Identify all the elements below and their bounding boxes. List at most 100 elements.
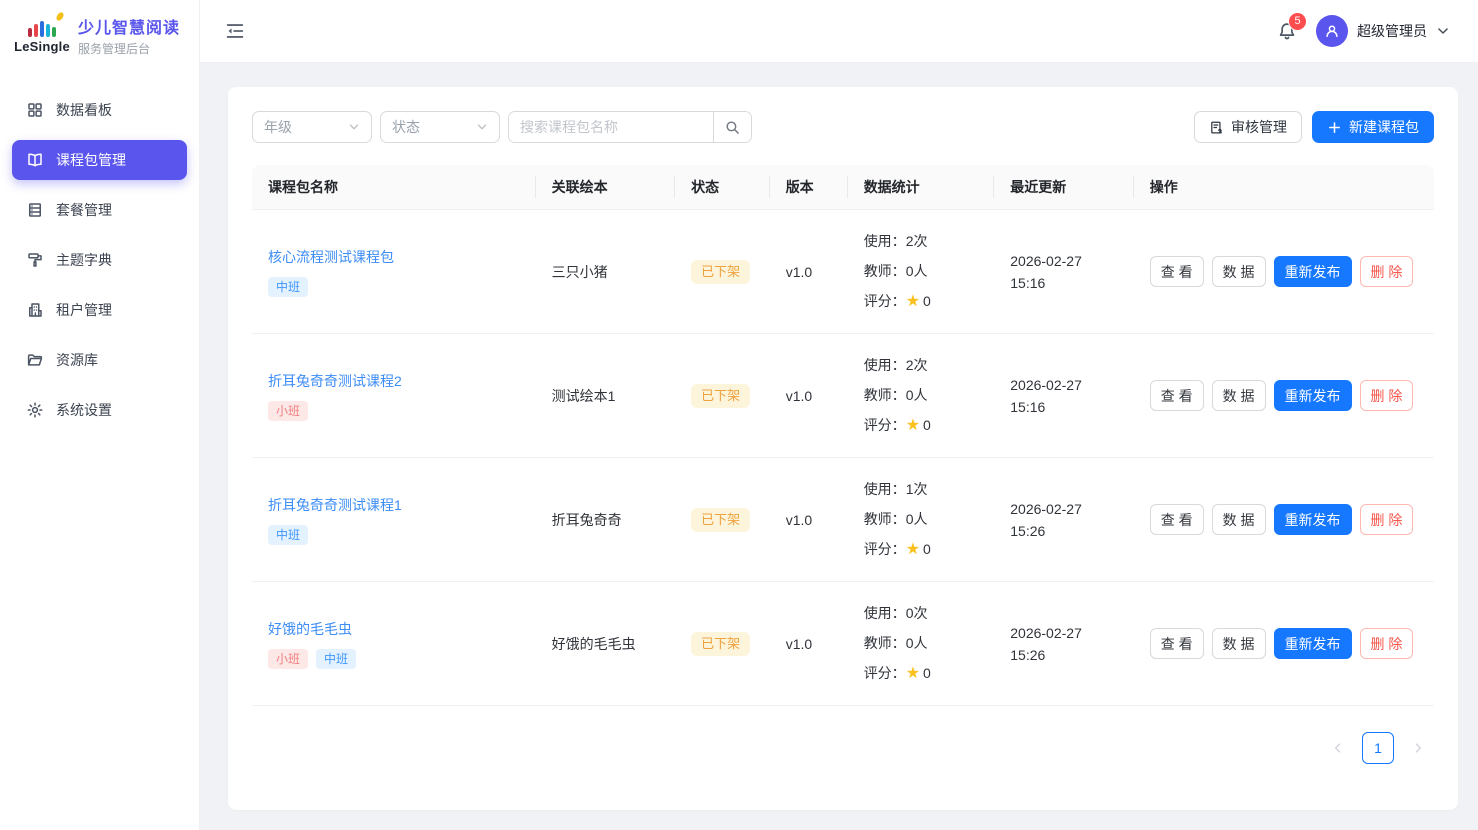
table-row: 核心流程测试课程包 中班 三只小猪 已下架 v1.0 使用：2次 教师：0人 评…: [252, 210, 1434, 334]
related-book: 好饿的毛毛虫: [536, 582, 675, 706]
teachers-value: 0人: [906, 387, 928, 403]
column-header-version: 版本: [770, 165, 848, 210]
sidebar-item-tenants[interactable]: 租户管理: [12, 290, 187, 330]
delete-button[interactable]: 删 除: [1360, 380, 1414, 411]
course-package-icon: [26, 151, 44, 169]
rating-value: 0: [923, 293, 931, 309]
sidebar-item-dashboard[interactable]: 数据看板: [12, 90, 187, 130]
data-button[interactable]: 数 据: [1212, 256, 1266, 287]
column-header-name: 课程包名称: [252, 165, 536, 210]
republish-button[interactable]: 重新发布: [1274, 256, 1352, 287]
related-book: 测试绘本1: [536, 334, 675, 458]
sidebar: LeSingle 少儿智慧阅读 服务管理后台 数据看板 课程包管理 套餐管理: [0, 0, 200, 830]
sidebar-item-label: 租户管理: [56, 300, 112, 320]
pagination: 1: [252, 732, 1434, 764]
menu-fold-icon[interactable]: [224, 20, 246, 42]
version: v1.0: [770, 582, 848, 706]
dashboard-icon: [26, 101, 44, 119]
gear-icon: [26, 401, 44, 419]
sidebar-item-label: 系统设置: [56, 400, 112, 420]
republish-button[interactable]: 重新发布: [1274, 628, 1352, 659]
top-header: 5 超级管理员: [200, 0, 1478, 63]
package-name-link[interactable]: 核心流程测试课程包: [268, 247, 394, 267]
usage-value: 0次: [906, 605, 928, 621]
view-button[interactable]: 查 看: [1150, 504, 1204, 535]
filter-toolbar: 年级 状态: [252, 111, 1434, 143]
data-button[interactable]: 数 据: [1212, 504, 1266, 535]
usage-value: 2次: [906, 357, 928, 373]
delete-button[interactable]: 删 除: [1360, 628, 1414, 659]
sidebar-item-theme-dictionary[interactable]: 主题字典: [12, 240, 187, 280]
table-row: 折耳兔奇奇测试课程1 中班 折耳兔奇奇 已下架 v1.0 使用：1次 教师：0人…: [252, 458, 1434, 582]
search-icon[interactable]: [713, 112, 751, 142]
grade-tag: 中班: [268, 277, 308, 297]
sidebar-item-settings[interactable]: 系统设置: [12, 390, 187, 430]
main-content: 年级 状态: [200, 63, 1478, 830]
delete-button[interactable]: 删 除: [1360, 504, 1414, 535]
sidebar-item-resources[interactable]: 资源库: [12, 340, 187, 380]
package-name-link[interactable]: 折耳兔奇奇测试课程1: [268, 495, 402, 515]
version: v1.0: [770, 458, 848, 582]
theme-dictionary-icon: [26, 251, 44, 269]
teachers-label: 教师：: [864, 635, 906, 651]
rating-label: 评分：: [864, 293, 906, 309]
lesingle-logo-icon: LeSingle: [16, 17, 68, 54]
brand-title: 少儿智慧阅读: [78, 14, 180, 38]
user-menu[interactable]: 超级管理员: [1316, 15, 1450, 47]
sidebar-menu: 数据看板 课程包管理 套餐管理 主题字典 租户管理: [0, 90, 199, 430]
package-name-link[interactable]: 折耳兔奇奇测试课程2: [268, 371, 402, 391]
view-button[interactable]: 查 看: [1150, 380, 1204, 411]
pagination-prev-icon[interactable]: [1322, 732, 1354, 764]
grade-tag: 小班: [268, 649, 308, 669]
table-row: 好饿的毛毛虫 小班 中班 好饿的毛毛虫 已下架 v1.0 使用：0次 教师：0人: [252, 582, 1434, 706]
usage-label: 使用：: [864, 357, 906, 373]
plus-icon: [1327, 120, 1342, 135]
updated-time: 15:16: [1010, 396, 1117, 418]
status-badge: 已下架: [691, 508, 750, 532]
pagination-page-1[interactable]: 1: [1362, 732, 1394, 764]
notification-badge: 5: [1289, 13, 1306, 30]
republish-button[interactable]: 重新发布: [1274, 504, 1352, 535]
grade-tag: 小班: [268, 401, 308, 421]
create-course-package-button[interactable]: 新建课程包: [1312, 111, 1434, 143]
updated-date: 2026-02-27: [1010, 374, 1117, 396]
version: v1.0: [770, 210, 848, 334]
status-filter-value: 状态: [392, 117, 420, 137]
avatar: [1316, 15, 1348, 47]
data-button[interactable]: 数 据: [1212, 380, 1266, 411]
teachers-value: 0人: [906, 511, 928, 527]
republish-button[interactable]: 重新发布: [1274, 380, 1352, 411]
updated-time: 15:26: [1010, 644, 1117, 666]
data-button[interactable]: 数 据: [1212, 628, 1266, 659]
column-header-updated: 最近更新: [994, 165, 1133, 210]
updated-time: 15:16: [1010, 272, 1117, 294]
grade-filter-select[interactable]: 年级: [252, 111, 372, 143]
grade-tag: 中班: [316, 649, 356, 669]
view-button[interactable]: 查 看: [1150, 256, 1204, 287]
status-filter-select[interactable]: 状态: [380, 111, 500, 143]
chevron-down-icon: [476, 121, 488, 133]
audit-management-button[interactable]: 审核管理: [1194, 111, 1302, 143]
updated-date: 2026-02-27: [1010, 622, 1117, 644]
pagination-next-icon[interactable]: [1402, 732, 1434, 764]
status-badge: 已下架: [691, 384, 750, 408]
logo-text: LeSingle: [14, 39, 70, 54]
search-input[interactable]: [509, 112, 713, 142]
status-badge: 已下架: [691, 632, 750, 656]
grade-tag: 中班: [268, 525, 308, 545]
delete-button[interactable]: 删 除: [1360, 256, 1414, 287]
usage-value: 2次: [906, 233, 928, 249]
notification-bell-icon[interactable]: 5: [1276, 20, 1298, 42]
sidebar-item-course-packages[interactable]: 课程包管理: [12, 140, 187, 180]
sidebar-item-plans[interactable]: 套餐管理: [12, 190, 187, 230]
updated-date: 2026-02-27: [1010, 250, 1117, 272]
grade-filter-value: 年级: [264, 117, 292, 137]
audit-button-label: 审核管理: [1231, 117, 1287, 137]
rating-label: 评分：: [864, 541, 906, 557]
package-name-link[interactable]: 好饿的毛毛虫: [268, 619, 352, 639]
table-header-row: 课程包名称 关联绘本 状态 版本 数据统计 最近更新 操作: [252, 165, 1434, 210]
sidebar-item-label: 资源库: [56, 350, 98, 370]
sidebar-item-label: 数据看板: [56, 100, 112, 120]
search-box: [508, 111, 752, 143]
view-button[interactable]: 查 看: [1150, 628, 1204, 659]
